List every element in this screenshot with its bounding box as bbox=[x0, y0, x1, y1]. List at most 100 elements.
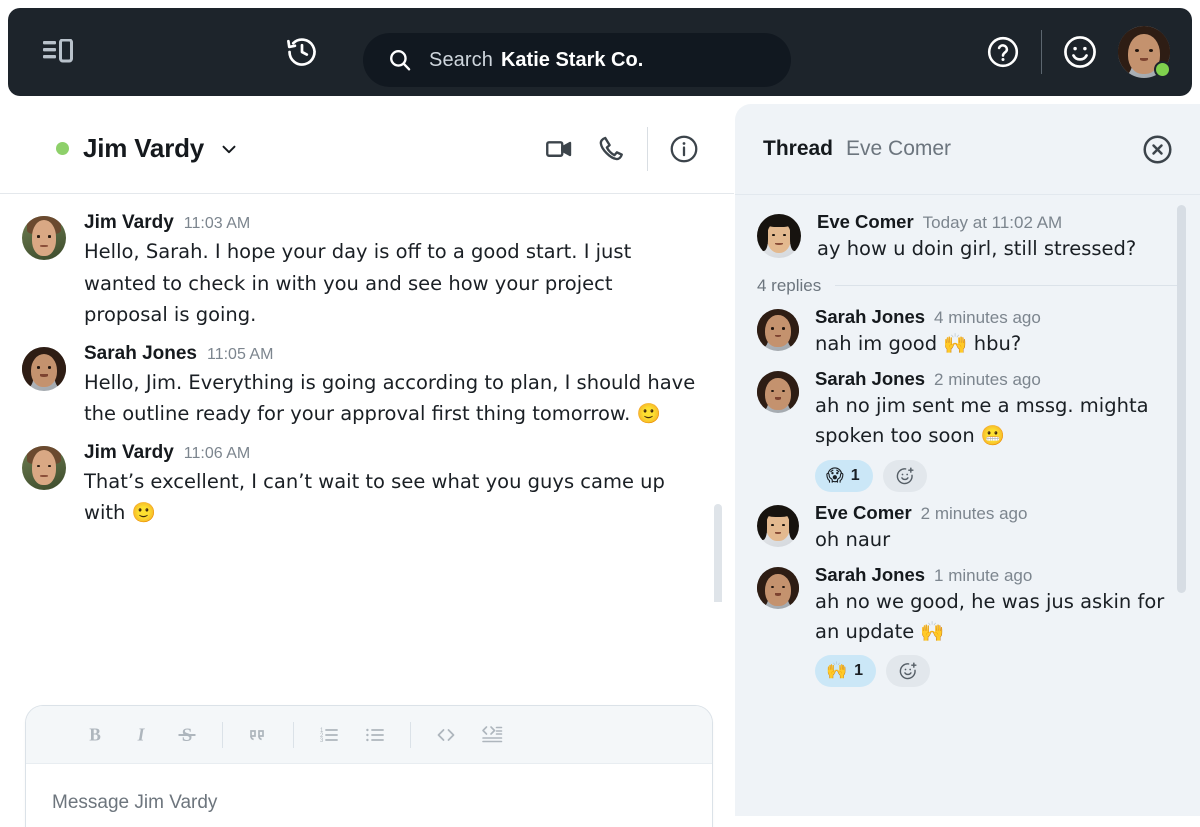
avatar bbox=[757, 567, 799, 609]
add-reaction-button[interactable] bbox=[886, 655, 930, 687]
code-block-button[interactable] bbox=[469, 715, 515, 755]
search-bar[interactable]: Search Katie Stark Co. bbox=[363, 33, 791, 87]
video-camera-icon bbox=[544, 134, 574, 164]
reaction-emoji: 🙌 bbox=[826, 661, 847, 681]
thread-reply: Sarah Jones 4 minutes ago nah im good 🙌 … bbox=[757, 306, 1178, 359]
panel-layout-icon bbox=[43, 39, 73, 65]
strikethrough-button[interactable]: S bbox=[164, 715, 210, 755]
history-icon bbox=[285, 35, 319, 69]
avatar bbox=[757, 214, 801, 258]
message-text: That’s excellent, I can’t wait to see wh… bbox=[84, 466, 699, 529]
reaction-count: 1 bbox=[854, 662, 863, 680]
thread-panel: Thread Eve Comer Eve Comer bbox=[735, 104, 1200, 816]
avatar bbox=[757, 371, 799, 413]
history-button[interactable] bbox=[282, 32, 322, 72]
reaction-bar: 😱 1 bbox=[815, 460, 1178, 492]
ordered-list-icon: 1 2 3 bbox=[317, 723, 341, 747]
ordered-list-button[interactable]: 1 2 3 bbox=[306, 715, 352, 755]
inline-code-button[interactable] bbox=[423, 715, 469, 755]
message-author: Eve Comer bbox=[815, 502, 912, 524]
thread-reply: Sarah Jones 2 minutes ago ah no jim sent… bbox=[757, 368, 1178, 491]
code-block-icon bbox=[480, 723, 504, 747]
message-timestamp: 2 minutes ago bbox=[921, 504, 1028, 524]
message-timestamp: 1 minute ago bbox=[934, 566, 1032, 586]
divider-line bbox=[835, 285, 1178, 286]
message-text: oh naur bbox=[815, 525, 1178, 555]
message-item: Jim Vardy 11:03 AM Hello, Sarah. I hope … bbox=[22, 212, 704, 331]
reaction-emoji: 😱 bbox=[826, 466, 844, 486]
message-author: Jim Vardy bbox=[84, 212, 174, 234]
bold-icon: B bbox=[84, 724, 106, 746]
add-reaction-button[interactable] bbox=[883, 460, 927, 492]
message-timestamp: 4 minutes ago bbox=[934, 308, 1041, 328]
chevron-down-icon bbox=[218, 138, 240, 160]
svg-text:3: 3 bbox=[320, 738, 324, 744]
avatar bbox=[22, 347, 66, 391]
thread-scrollbar[interactable] bbox=[1177, 205, 1186, 593]
top-bar-actions bbox=[979, 8, 1170, 96]
app-window: Search Katie Stark Co. bbox=[0, 0, 1200, 827]
info-circle-icon bbox=[668, 133, 700, 165]
thread-subtitle: Eve Comer bbox=[846, 137, 951, 161]
format-divider bbox=[293, 722, 294, 748]
message-author: Jim Vardy bbox=[84, 442, 174, 464]
italic-button[interactable]: I bbox=[118, 715, 164, 755]
thread-title: Thread bbox=[763, 137, 833, 161]
top-bar: Search Katie Stark Co. bbox=[8, 8, 1192, 96]
voice-call-button[interactable] bbox=[585, 125, 637, 173]
reaction-chip[interactable]: 🙌 1 bbox=[815, 655, 876, 687]
reaction-bar: 🙌 1 bbox=[815, 655, 1178, 687]
message-text: Hello, Jim. Everything is going accordin… bbox=[84, 367, 699, 430]
message-list[interactable]: Jim Vardy 11:03 AM Hello, Sarah. I hope … bbox=[0, 194, 734, 602]
conversation-header: Jim Vardy bbox=[0, 104, 734, 194]
message-text: nah im good 🙌 hbu? bbox=[815, 329, 1178, 359]
message-composer: B I S bbox=[25, 705, 713, 827]
conversation-menu-button[interactable] bbox=[218, 138, 240, 160]
conversation-info-button[interactable] bbox=[658, 125, 710, 173]
add-reaction-icon bbox=[895, 466, 915, 486]
message-text: ay how u doin girl, still stressed? bbox=[817, 234, 1178, 264]
search-scope-value: Katie Stark Co. bbox=[501, 49, 643, 72]
video-call-button[interactable] bbox=[533, 125, 585, 173]
close-thread-button[interactable] bbox=[1141, 133, 1174, 166]
message-timestamp: 11:06 AM bbox=[184, 445, 250, 463]
message-item: Sarah Jones 11:05 AM Hello, Jim. Everyth… bbox=[22, 343, 704, 430]
message-timestamp: 11:03 AM bbox=[184, 215, 250, 233]
bullet-list-icon bbox=[363, 723, 387, 747]
message-author: Sarah Jones bbox=[815, 368, 925, 390]
help-button[interactable] bbox=[979, 28, 1027, 76]
formatting-toolbar: B I S bbox=[26, 706, 712, 764]
avatar bbox=[757, 505, 799, 547]
chat-scrollbar[interactable] bbox=[714, 504, 722, 602]
bullet-list-button[interactable] bbox=[352, 715, 398, 755]
format-divider bbox=[410, 722, 411, 748]
svg-text:B: B bbox=[89, 724, 101, 744]
code-icon bbox=[434, 723, 458, 747]
thread-message-list[interactable]: Eve Comer Today at 11:02 AM ay how u doi… bbox=[735, 195, 1200, 816]
conversation-actions bbox=[533, 125, 710, 173]
actions-divider bbox=[647, 127, 648, 171]
italic-icon: I bbox=[130, 724, 152, 746]
message-item: Jim Vardy 11:06 AM That’s excellent, I c… bbox=[22, 442, 704, 529]
panel-toggle-button[interactable] bbox=[8, 39, 108, 65]
message-timestamp: 2 minutes ago bbox=[934, 370, 1041, 390]
search-label: Search bbox=[429, 49, 493, 72]
status-badge bbox=[1154, 61, 1171, 78]
message-input[interactable]: Message Jim Vardy bbox=[26, 764, 712, 827]
search-icon bbox=[387, 47, 413, 73]
presence-dot bbox=[56, 142, 69, 155]
bold-button[interactable]: B bbox=[72, 715, 118, 755]
strikethrough-icon: S bbox=[175, 723, 199, 747]
top-bar-divider bbox=[1041, 30, 1042, 74]
quote-button[interactable] bbox=[235, 715, 281, 755]
account-avatar-button[interactable] bbox=[1118, 26, 1170, 78]
quote-icon bbox=[246, 723, 270, 747]
message-author: Sarah Jones bbox=[815, 564, 925, 586]
format-divider bbox=[222, 722, 223, 748]
emoji-status-button[interactable] bbox=[1056, 28, 1104, 76]
thread-header: Thread Eve Comer bbox=[735, 104, 1200, 195]
reaction-chip[interactable]: 😱 1 bbox=[815, 460, 873, 492]
thread-root-message: Eve Comer Today at 11:02 AM ay how u doi… bbox=[757, 211, 1178, 264]
message-text: ah no jim sent me a mssg. mighta spoken … bbox=[815, 391, 1178, 450]
avatar bbox=[22, 216, 66, 260]
